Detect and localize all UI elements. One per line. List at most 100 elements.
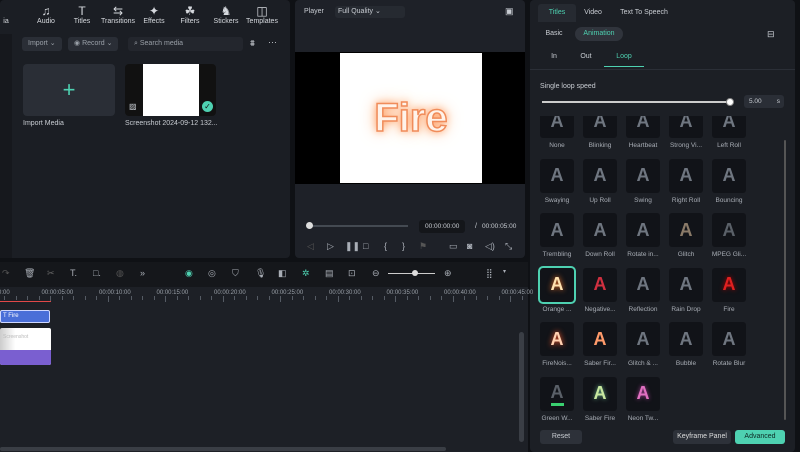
- animation-preset[interactable]: A: [626, 267, 660, 302]
- animation-preset[interactable]: A: [538, 265, 576, 304]
- ai-icon[interactable]: ◉: [185, 268, 193, 279]
- import-media-tile[interactable]: +: [23, 64, 115, 116]
- animation-preset[interactable]: A: [583, 376, 617, 411]
- animation-preset[interactable]: A: [583, 213, 617, 247]
- animation-preset[interactable]: A: [712, 158, 746, 193]
- speed-slider-track[interactable]: [542, 101, 730, 103]
- mark-in-icon[interactable]: {: [384, 241, 387, 251]
- marker-icon[interactable]: ⚑: [419, 241, 427, 252]
- animation-preset[interactable]: A: [540, 158, 574, 193]
- grid-scrollbar[interactable]: [784, 140, 786, 420]
- search-media-input[interactable]: ⌕ Search media: [128, 37, 243, 51]
- quality-dropdown[interactable]: Full Quality ⌄: [335, 6, 405, 18]
- animation-preset[interactable]: A: [626, 158, 660, 193]
- animation-preset[interactable]: A: [540, 116, 574, 138]
- snapshot-icon[interactable]: ▣: [505, 6, 514, 17]
- redo-icon[interactable]: ↷: [2, 268, 10, 279]
- zoom-out-icon[interactable]: ⊖: [372, 268, 380, 279]
- media-clip-thumbnail[interactable]: ▨ ✓: [125, 64, 216, 116]
- toolbar-filters[interactable]: ☘ Filters: [170, 4, 210, 25]
- crop-icon[interactable]: □.: [93, 268, 101, 278]
- reset-button[interactable]: Reset: [540, 430, 582, 444]
- animation-preset[interactable]: A: [669, 116, 703, 138]
- animation-preset[interactable]: A: [540, 322, 574, 356]
- more-icon[interactable]: ···: [268, 37, 277, 47]
- play-icon[interactable]: ▷: [327, 241, 334, 252]
- toolbar-ia[interactable]: ia: [0, 4, 26, 25]
- animation-preset[interactable]: A: [669, 213, 703, 247]
- animation-preset[interactable]: A: [712, 213, 746, 247]
- zoom-slider-handle[interactable]: [412, 270, 418, 276]
- animation-preset[interactable]: A: [669, 267, 703, 302]
- volume-icon[interactable]: ◁): [485, 241, 495, 252]
- animation-preset[interactable]: A: [626, 116, 660, 138]
- toolbar-titles[interactable]: T Titles: [62, 4, 102, 25]
- progress-handle[interactable]: [306, 222, 313, 229]
- toolbar-stickers[interactable]: ♞ Stickers: [206, 4, 246, 25]
- speed-slider-handle[interactable]: [726, 98, 734, 106]
- ruler-tick: [61, 296, 63, 300]
- animation-preset[interactable]: A: [669, 322, 703, 356]
- layout-dropdown-icon[interactable]: ▾: [503, 268, 506, 275]
- stop-icon[interactable]: □: [363, 241, 368, 251]
- toolbar-transitions[interactable]: ⇆ Transitions: [98, 4, 138, 25]
- layout-grid-icon[interactable]: ⣿: [486, 268, 493, 279]
- keyframe-panel-button[interactable]: Keyframe Panel: [673, 430, 731, 444]
- anim-tab-loop[interactable]: Loop: [604, 53, 644, 67]
- subtab-animation[interactable]: Animation: [575, 27, 623, 41]
- more-tools-icon[interactable]: »: [140, 268, 145, 278]
- prev-frame-icon[interactable]: ◁: [307, 241, 314, 252]
- zoom-in-icon[interactable]: ⊕: [444, 268, 452, 279]
- animation-preset[interactable]: A: [583, 116, 617, 138]
- filter-icon[interactable]: ⩩: [250, 38, 255, 49]
- animation-preset[interactable]: A: [583, 267, 617, 302]
- animation-preset[interactable]: A: [712, 322, 746, 356]
- animation-preset[interactable]: A: [712, 116, 746, 138]
- record-dropdown[interactable]: ◉ Record ⌄: [68, 37, 119, 51]
- tab-titles[interactable]: Titles: [538, 4, 576, 22]
- progress-track[interactable]: [308, 225, 408, 227]
- render-icon[interactable]: ◎: [208, 268, 216, 279]
- advanced-button[interactable]: Advanced: [735, 430, 785, 444]
- pause-icon[interactable]: ❚❚: [345, 241, 360, 252]
- animation-preset[interactable]: A: [540, 213, 574, 247]
- toolbar-effects[interactable]: ✦ Effects: [134, 4, 174, 25]
- title-clip[interactable]: T Fire: [0, 310, 50, 323]
- timeline-vscrollbar[interactable]: [519, 332, 524, 442]
- animation-preset[interactable]: A: [626, 322, 660, 356]
- save-preset-icon[interactable]: ⊟: [767, 29, 775, 40]
- video-clip[interactable]: Screenshot: [0, 328, 51, 365]
- anim-tab-in[interactable]: In: [542, 53, 566, 67]
- timeline-hscrollbar[interactable]: [0, 447, 446, 451]
- fit-icon[interactable]: ⊡: [348, 268, 356, 279]
- animation-preset[interactable]: A: [540, 376, 574, 411]
- import-dropdown[interactable]: Import ⌄: [22, 37, 62, 51]
- color-icon[interactable]: ◍: [116, 268, 124, 279]
- search-placeholder: Search media: [139, 40, 184, 47]
- animation-preset[interactable]: A: [669, 158, 703, 193]
- display-icon[interactable]: ▭: [449, 241, 458, 252]
- toolbar-templates[interactable]: ◫ Templates: [242, 4, 282, 25]
- text-icon[interactable]: T.: [70, 268, 77, 278]
- snap-icon[interactable]: ✲: [302, 268, 310, 279]
- tab-video[interactable]: Video: [578, 4, 608, 22]
- pip-icon[interactable]: ▤: [325, 268, 334, 279]
- mic-icon[interactable]: 🎙: [255, 268, 266, 279]
- animation-preset[interactable]: A: [583, 322, 617, 356]
- camera-icon[interactable]: ◙: [467, 241, 472, 251]
- animation-preset[interactable]: A: [712, 267, 746, 302]
- mark-out-icon[interactable]: }: [402, 241, 405, 251]
- speed-input[interactable]: 5.00 s: [744, 95, 784, 108]
- shield-icon[interactable]: ⛉: [232, 268, 239, 279]
- toolbar-audio[interactable]: ♫ Audio: [26, 4, 66, 25]
- subtab-basic[interactable]: Basic: [540, 27, 568, 41]
- tab-text-to-speech[interactable]: Text To Speech: [614, 4, 674, 22]
- animation-preset[interactable]: A: [626, 213, 660, 247]
- overlay-icon[interactable]: ◧: [278, 268, 287, 279]
- anim-tab-out[interactable]: Out: [574, 53, 598, 67]
- animation-preset[interactable]: A: [626, 376, 660, 411]
- delete-icon[interactable]: 🗑: [24, 268, 35, 279]
- cut-icon[interactable]: ✂: [47, 268, 55, 279]
- fullscreen-icon[interactable]: ⤡: [505, 241, 512, 252]
- animation-preset[interactable]: A: [583, 158, 617, 193]
